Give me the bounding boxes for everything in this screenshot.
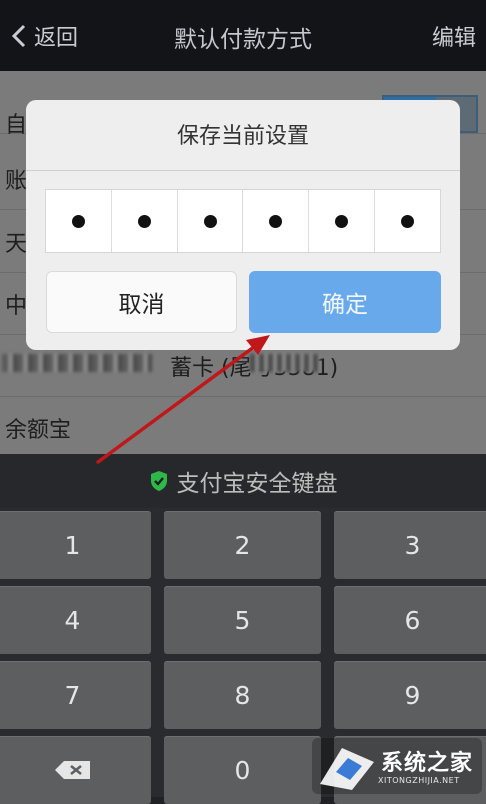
key-6[interactable]: 6 (334, 586, 486, 654)
divider (26, 170, 460, 171)
watermark-site: XITONGZHIJIA.NET (378, 776, 460, 785)
confirm-button[interactable]: 确定 (249, 271, 441, 333)
cancel-button[interactable]: 取消 (46, 271, 237, 333)
backspace-icon (54, 761, 90, 779)
pin-cell (243, 190, 310, 252)
masked-card-number (250, 354, 320, 372)
keyboard-title: 支付宝安全键盘 (176, 471, 338, 497)
key-4[interactable]: 4 (0, 586, 151, 654)
keyboard-header: 支付宝安全键盘 (0, 454, 486, 508)
pin-dot (401, 214, 415, 228)
list-item-label: 自 (5, 113, 28, 138)
key-2[interactable]: 2 (164, 511, 321, 579)
delete-key[interactable] (0, 736, 151, 804)
pin-dot (269, 214, 283, 228)
save-settings-dialog: 保存当前设置 取消 确定 (26, 100, 460, 350)
key-9[interactable]: 9 (334, 661, 486, 729)
pin-cell (178, 190, 244, 252)
pin-dot (335, 214, 349, 228)
list-item[interactable]: 余额宝 (0, 396, 486, 458)
key-7[interactable]: 7 (0, 661, 151, 729)
key-8[interactable]: 8 (164, 661, 321, 729)
pin-dot (203, 214, 217, 228)
key-0[interactable]: 0 (164, 736, 321, 804)
pin-dot (137, 214, 151, 228)
watermark-brand: 系统之家 (381, 751, 474, 776)
masked-bank-name (2, 354, 152, 372)
list-item-label: 余额宝 (5, 418, 72, 443)
password-input[interactable] (45, 189, 441, 253)
key-5[interactable]: 5 (164, 586, 321, 654)
pin-cell (46, 190, 112, 252)
dialog-title: 保存当前设置 (176, 124, 309, 149)
list-item-label: 账 (5, 169, 28, 194)
pin-cell (309, 190, 376, 252)
page-title: 默认付款方式 (174, 27, 312, 53)
pin-cell (112, 190, 178, 252)
pin-cell (375, 190, 440, 252)
key-1[interactable]: 1 (0, 511, 151, 579)
list-item-label: 天 (5, 232, 28, 257)
key-3[interactable]: 3 (334, 511, 486, 579)
list-item-label: 中 (5, 294, 28, 319)
nav-bar: 返回 默认付款方式 编辑 (0, 0, 486, 71)
edit-button[interactable]: 编辑 (432, 20, 476, 52)
pin-dot (71, 214, 85, 228)
shield-check-icon (150, 471, 167, 491)
